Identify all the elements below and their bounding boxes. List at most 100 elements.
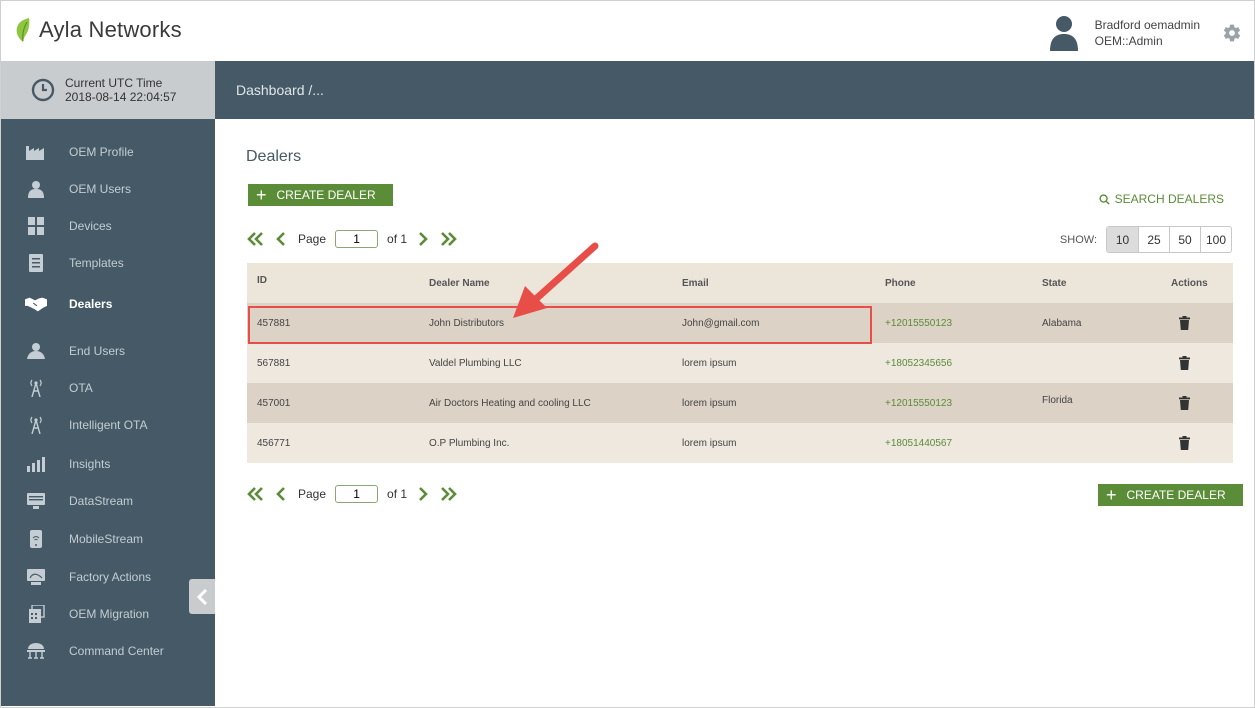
factory-icon [25,141,47,163]
sidebar-item-command-center[interactable]: Command Center [1,639,215,663]
trash-icon[interactable] [1179,436,1190,450]
sidebar-item-label: Insights [69,457,111,471]
sidebar-item-label: End Users [69,344,126,358]
search-icon [1099,193,1110,205]
sidebar-item-label: OTA [69,381,93,395]
cell-phone[interactable]: +12015550123 [885,303,952,343]
first-page-button[interactable] [247,232,265,246]
sidebar-item-dealers[interactable]: Dealers [1,292,215,316]
sidebar-item-templates[interactable]: Templates [1,251,215,275]
chevron-left-icon [276,487,285,501]
last-page-button[interactable] [439,487,457,501]
sidebar-item-intelligent-ota[interactable]: Intelligent OTA [1,413,215,437]
sidebar-item-label: Dealers [69,297,113,311]
utc-time-panel: Current UTC Time 2018-08-14 22:04:57 [1,61,215,119]
create-dealer-button[interactable]: + CREATE DEALER [248,184,393,206]
collapse-sidebar-button[interactable] [189,579,215,614]
next-page-button[interactable] [418,232,428,246]
next-page-button[interactable] [418,487,428,501]
page-size-25[interactable]: 25 [1138,227,1169,252]
cell-phone[interactable]: +12015550123 [885,383,952,423]
sidebar: OEM Profile OEM Users Devices Templates … [1,119,215,706]
table-row[interactable]: 457001 Air Doctors Heating and cooling L… [247,383,1233,423]
sidebar-item-label: Devices [69,219,112,233]
top-bar: Dashboard /... [215,61,1254,119]
prev-page-button[interactable] [276,487,286,501]
column-header-email[interactable]: Email [682,263,709,303]
table-row[interactable]: 456771 O.P Plumbing Inc. lorem ipsum +18… [247,423,1233,463]
user-role: OEM::Admin [1094,34,1163,48]
utc-time-value: 2018-08-14 22:04:57 [65,90,177,104]
create-dealer-label: CREATE DEALER [276,188,376,202]
breadcrumb[interactable]: Dashboard /... [236,82,324,98]
cell-dealer-name: Air Doctors Heating and cooling LLC [429,397,591,409]
sidebar-item-ota[interactable]: OTA [1,376,215,400]
sidebar-item-label: Factory Actions [69,570,152,584]
cell-phone[interactable]: +18052345656 [885,343,952,383]
migration-icon [25,603,47,625]
search-dealers-label: SEARCH DEALERS [1114,192,1224,206]
sidebar-item-end-users[interactable]: End Users [1,339,215,363]
last-page-button[interactable] [439,232,457,246]
sidebar-item-insights[interactable]: Insights [1,452,215,476]
cell-dealer-name: John Distributors [429,317,505,329]
show-label: SHOW: [1059,233,1097,246]
column-header-phone[interactable]: Phone [885,263,916,303]
prev-page-button[interactable] [276,232,286,246]
column-header-state[interactable]: State [1042,263,1066,303]
column-header-id[interactable]: ID [257,260,267,300]
brand-name: Ayla Networks [39,17,182,42]
leaf-icon [16,18,30,42]
sidebar-item-oem-users[interactable]: OEM Users [1,177,215,201]
sidebar-item-label: OEM Users [69,182,132,196]
page-number-input[interactable] [335,485,379,503]
sidebar-item-oem-profile[interactable]: OEM Profile [1,140,215,164]
page-number-input[interactable] [335,230,379,248]
cell-id: 456771 [257,437,291,449]
cell-id: 457001 [257,397,291,409]
plus-icon: + [256,185,267,205]
column-header-dealer-name[interactable]: Dealer Name [429,263,490,303]
sidebar-item-label: OEM Profile [69,145,134,159]
sidebar-item-oem-migration[interactable]: OEM Migration [1,602,215,626]
page-size-10[interactable]: 10 [1107,227,1138,252]
page-label: Page [298,487,327,501]
page-title: Dealers [246,148,302,165]
trash-icon[interactable] [1179,316,1190,330]
sidebar-item-label: Intelligent OTA [69,418,148,432]
user-menu[interactable]: Bradford oemadmin OEM::Admin [1049,15,1242,51]
page-size-100[interactable]: 100 [1200,227,1231,252]
handshake-icon [25,293,47,315]
clock-icon [31,78,55,102]
first-page-button[interactable] [247,487,265,501]
sidebar-item-label: Command Center [69,644,164,658]
app-header: Ayla Networks Bradford oemadmin OEM::Adm… [1,1,1254,61]
sidebar-item-factory-actions[interactable]: Factory Actions [1,565,215,589]
pagination-top: Page of 1 [247,229,457,249]
sidebar-item-devices[interactable]: Devices [1,214,215,238]
utc-time-label: Current UTC Time [65,76,163,90]
cell-phone[interactable]: +18051440567 [885,423,952,463]
sidebar-item-datastream[interactable]: DataStream [1,489,215,513]
chevron-left-icon [196,588,208,605]
table-row[interactable]: 457881 John Distributors John@gmail.com … [247,303,1233,343]
double-chevron-left-icon [247,232,263,246]
page-label: Page [298,232,327,246]
search-dealers-button[interactable]: SEARCH DEALERS [1099,192,1224,206]
trash-icon[interactable] [1179,396,1190,410]
cell-dealer-name: Valdel Plumbing LLC [429,357,522,369]
page-size-50[interactable]: 50 [1169,227,1200,252]
main-content: Dealers + CREATE DEALER SEARCH DEALERS P… [215,119,1254,706]
sidebar-item-label: Templates [69,256,124,270]
table-row[interactable]: 567881 Valdel Plumbing LLC lorem ipsum +… [247,343,1233,383]
insights-chart-icon [25,453,47,475]
sidebar-item-mobilestream[interactable]: MobileStream [1,527,215,551]
trash-icon[interactable] [1179,356,1190,370]
brand-logo[interactable]: Ayla Networks [13,17,182,43]
create-dealer-button-bottom[interactable]: + CREATE DEALER [1098,484,1243,506]
page-total-label: of 1 [387,487,408,501]
column-header-actions: Actions [1171,277,1208,289]
cell-email: John@gmail.com [682,317,760,329]
gear-icon[interactable] [1222,23,1242,43]
cell-dealer-name: O.P Plumbing Inc. [429,437,510,449]
